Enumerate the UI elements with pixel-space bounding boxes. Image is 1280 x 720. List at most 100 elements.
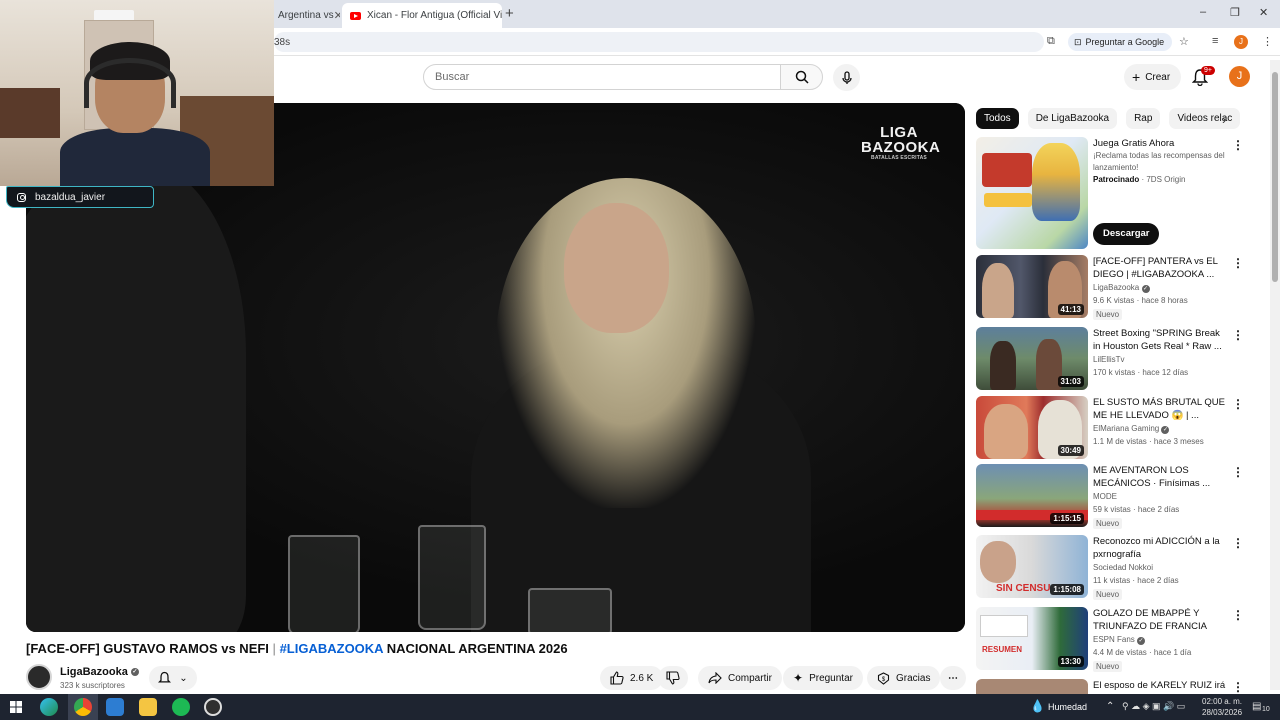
bookmark-star-icon[interactable]: ☆ <box>1179 35 1189 48</box>
ad-sponsor-line: Patrocinado · 7DS Origin <box>1093 175 1185 184</box>
rec-item[interactable]: 31:03 Street Boxing "SPRING Break in Hou… <box>976 327 1244 395</box>
video-person-face <box>564 203 669 333</box>
chip-todos[interactable]: Todos <box>976 108 1019 129</box>
ask-label: Preguntar <box>809 672 853 684</box>
chip-de-ligabazooka[interactable]: De LigaBazooka <box>1027 108 1118 129</box>
rec-thumbnail[interactable]: RESUMEN 13:30 <box>976 607 1088 670</box>
like-button[interactable]: 2.6 K <box>600 666 664 690</box>
browser-menu-icon[interactable]: ⋮ <box>1262 35 1273 48</box>
rec-item[interactable]: El esposo de KARELY RUIZ irá a ⋮ <box>976 679 1240 694</box>
restore-icon[interactable]: ❐ <box>1230 6 1240 19</box>
title-hashtag-link[interactable]: #LIGABAZOOKA <box>280 641 384 656</box>
thanks-label: Gracias <box>896 672 931 684</box>
scrollbar-thumb[interactable] <box>1272 72 1278 282</box>
subscription-notification-button[interactable]: ⌄ <box>149 666 197 690</box>
ad-thumbnail[interactable] <box>976 137 1088 249</box>
page-scrollbar[interactable] <box>1270 60 1280 690</box>
cast-icon[interactable]: ⧉ <box>1047 35 1055 48</box>
verified-check-icon: ✓ <box>1137 637 1146 645</box>
tray-icons[interactable]: ⚲ ☁ ◈ ▣ 🔊 ▭ <box>1122 701 1185 712</box>
search-button[interactable] <box>780 64 823 90</box>
store-icon[interactable] <box>106 698 124 716</box>
new-tab-icon[interactable]: + <box>505 5 514 22</box>
chevron-right-icon[interactable]: › <box>1222 112 1226 127</box>
account-avatar[interactable]: J <box>1229 66 1250 87</box>
more-vert-icon[interactable]: ⋮ <box>1232 398 1244 410</box>
clock-date[interactable]: 28/03/2026 <box>1202 708 1242 717</box>
close-window-icon[interactable]: ✕ <box>1259 6 1268 19</box>
search-input[interactable]: Buscar <box>423 64 781 90</box>
tab-label: Argentina vs <box>278 10 334 21</box>
rec-thumbnail[interactable]: 30:49 <box>976 396 1088 459</box>
video-glass <box>288 535 360 632</box>
windows-taskbar: 💧 Humedad ⌃ ⚲ ☁ ◈ ▣ 🔊 ▭ 02:00 a. m. 28/0… <box>0 694 1280 720</box>
chip-videos-relacionados[interactable]: Videos relac <box>1169 108 1240 129</box>
ask-google-button[interactable]: ⊡ Preguntar a Google <box>1068 33 1173 51</box>
rec-thumbnail[interactable]: 31:03 <box>976 327 1088 390</box>
tab-argentina[interactable]: Argentina vs ✕ <box>270 3 340 28</box>
video-glass <box>528 588 612 632</box>
rec-thumbnail[interactable]: SIN CENSU 1:15:08 <box>976 535 1088 598</box>
ad-logo-block <box>982 153 1032 187</box>
channel-name-link[interactable]: LigaBazooka ✓ <box>60 666 139 678</box>
rec-thumbnail[interactable]: 41:13 <box>976 255 1088 318</box>
windows-start-icon[interactable] <box>10 701 22 713</box>
rec-item[interactable]: 30:49 EL SUSTO MÁS BRUTAL QUE ME HE LLEV… <box>976 396 1244 464</box>
notification-center-icon[interactable]: ▤ <box>1252 701 1261 712</box>
weather-label[interactable]: Humedad <box>1048 702 1087 712</box>
tab-xican[interactable]: Xican - Flor Antigua (Official Vi ✕ <box>342 3 502 28</box>
obs-icon[interactable] <box>204 698 222 716</box>
share-label: Compartir <box>728 672 772 684</box>
weather-icon[interactable]: 💧 <box>1030 699 1045 713</box>
chrome-icon[interactable] <box>74 698 92 716</box>
ad-download-button[interactable]: Descargar <box>1093 223 1160 245</box>
dislike-button[interactable] <box>658 666 688 690</box>
rec-meta: 9.6 K vistas · hace 8 horas <box>1093 296 1188 305</box>
notifications-badge: 9+ <box>1201 66 1215 75</box>
rec-thumbnail[interactable]: 1:15:15 <box>976 464 1088 527</box>
rec-item[interactable]: SIN CENSU 1:15:08 Reconozco mi ADICCIÓN … <box>976 535 1244 603</box>
more-vert-icon[interactable]: ⋮ <box>1232 257 1244 269</box>
spotify-icon[interactable] <box>172 698 190 716</box>
voice-search-button[interactable] <box>833 64 860 91</box>
rec-item[interactable]: 41:13 [FACE-OFF] PANTERA vs EL DIEGO | #… <box>976 255 1244 323</box>
rec-item[interactable]: RESUMEN 13:30 GOLAZO DE MBAPPÉ Y TRIUNFA… <box>976 607 1244 675</box>
close-icon[interactable]: ✕ <box>334 9 340 22</box>
ask-button[interactable]: ✦ Preguntar <box>783 666 863 690</box>
more-vert-icon[interactable]: ⋮ <box>1232 466 1244 478</box>
logo-line2: BAZOOKA <box>861 139 941 156</box>
edge-icon[interactable] <box>40 698 58 716</box>
clock-time[interactable]: 02:00 a. m. <box>1202 697 1242 706</box>
more-vert-icon[interactable]: ⋮ <box>1232 681 1240 693</box>
more-actions-button[interactable]: ⋯ <box>940 666 966 690</box>
more-vert-icon[interactable]: ⋮ <box>1232 609 1244 621</box>
ad-card[interactable]: Juega Gratis Ahora ¡Reclama todas las re… <box>976 137 1244 252</box>
thumb-score-box <box>980 615 1028 637</box>
sparkle-icon: ✦ <box>793 671 804 685</box>
chevron-down-icon: ⌄ <box>179 672 188 684</box>
rec-channel: ESPN Fans ✓ <box>1093 635 1146 645</box>
thumb-caption: SIN CENSU <box>996 583 1051 594</box>
instagram-handle-tag: bazaldua_javier <box>6 186 154 208</box>
more-vert-icon[interactable]: ⋮ <box>1232 329 1244 341</box>
rec-title: [FACE-OFF] PANTERA vs EL DIEGO | #LIGABA… <box>1093 256 1218 280</box>
create-button[interactable]: + Crear <box>1124 64 1182 90</box>
video-title: [FACE-OFF] GUSTAVO RAMOS vs NEFI | #LIGA… <box>26 641 965 656</box>
minimize-icon[interactable]: – <box>1200 6 1206 18</box>
rec-item[interactable]: 1:15:15 ME AVENTARON LOS MECÁNICOS · Fin… <box>976 464 1244 532</box>
rec-thumbnail[interactable] <box>976 679 1088 694</box>
webcam-shelf <box>0 88 60 138</box>
title-part1: [FACE-OFF] GUSTAVO RAMOS vs NEFI <box>26 641 269 656</box>
file-explorer-icon[interactable] <box>139 698 157 716</box>
more-vert-icon[interactable]: ⋮ <box>1232 537 1244 549</box>
browser-profile-avatar[interactable]: J <box>1234 35 1248 49</box>
media-icon[interactable]: ≡ <box>1212 35 1218 47</box>
url-field[interactable]: 38s <box>274 32 1044 52</box>
chip-rap[interactable]: Rap <box>1126 108 1161 129</box>
tray-chevron-icon[interactable]: ⌃ <box>1106 701 1114 712</box>
thanks-button[interactable]: $ Gracias <box>867 666 941 690</box>
channel-avatar[interactable] <box>26 664 52 690</box>
thumb-person <box>980 541 1016 583</box>
more-vert-icon[interactable]: ⋮ <box>1232 139 1244 151</box>
share-button[interactable]: Compartir <box>698 666 782 690</box>
